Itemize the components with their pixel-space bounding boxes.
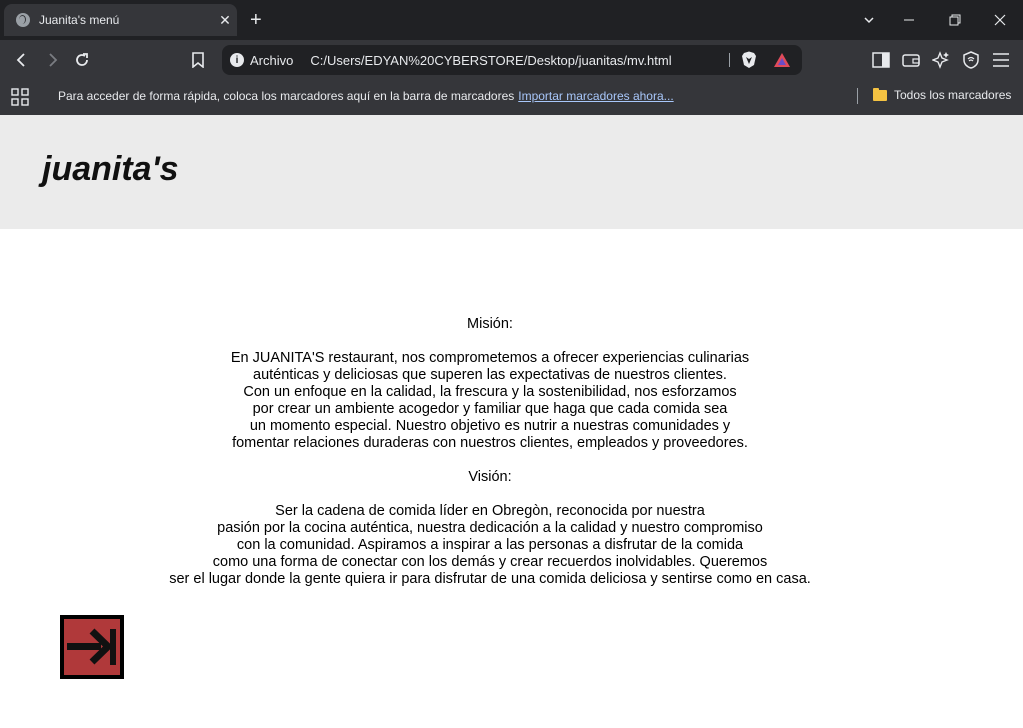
tab-active[interactable]: Juanita's menú ✕: [4, 4, 237, 36]
bookmarks-bar: Para acceder de forma rápida, coloca los…: [0, 80, 1023, 115]
new-tab-button[interactable]: +: [250, 10, 262, 30]
tab-title: Juanita's menú: [39, 13, 120, 27]
bookmarks-prompt: Para acceder de forma rápida, coloca los…: [58, 89, 674, 103]
sidebar-icon[interactable]: [869, 48, 893, 72]
vision-line: con la comunidad. Aspiramos a inspirar a…: [236, 537, 744, 553]
exit-button[interactable]: [60, 615, 124, 679]
bookmarks-prompt-text: Para acceder de forma rápida, coloca los…: [58, 89, 515, 103]
bookmarks-divider: [857, 88, 858, 104]
close-window-button[interactable]: [977, 0, 1023, 40]
exit-button-face: [64, 619, 120, 675]
mission-line: Con un enfoque en la calidad, la frescur…: [243, 384, 737, 400]
back-icon[interactable]: [10, 48, 34, 72]
mission-line: fomentar relaciones duraderas con nuestr…: [232, 435, 748, 451]
bookmark-icon[interactable]: [186, 48, 210, 72]
mission-line: por crear un ambiente acogedor y familia…: [252, 401, 728, 417]
vision-line: Ser la cadena de comida líder en Obregòn…: [275, 503, 705, 519]
mission-vision-section: Misión: En JUANITA'S restaurant, nos com…: [0, 316, 980, 588]
address-divider: [729, 53, 730, 67]
browser-toolbar: i Archivo C:/Users/EDYAN%20CYBERSTORE/De…: [0, 40, 1023, 80]
brave-shield-icon[interactable]: [737, 48, 761, 72]
mission-line: En JUANITA'S restaurant, nos comprometem…: [230, 350, 750, 366]
menu-icon[interactable]: [989, 48, 1013, 72]
minimize-button[interactable]: [886, 0, 932, 40]
brave-rewards-icon[interactable]: [770, 48, 794, 72]
scheme-label: Archivo: [250, 52, 294, 68]
restore-button[interactable]: [932, 0, 978, 40]
tab-close-icon[interactable]: ✕: [213, 12, 237, 28]
wallet-icon[interactable]: [899, 48, 923, 72]
import-bookmarks-link[interactable]: Importar marcadores ahora...: [518, 89, 673, 103]
mission-line: un momento especial. Nuestro objetivo es…: [249, 418, 731, 434]
info-icon[interactable]: i: [230, 53, 244, 67]
vision-line: ser el lugar donde la gente quiera ir pa…: [169, 571, 811, 587]
globe-icon: [16, 13, 30, 27]
vision-line: como una forma de conectar con los demás…: [212, 554, 768, 570]
vision-line: pasión por la cocina auténtica, nuestra …: [217, 520, 763, 536]
tab-strip: Juanita's menú ✕ +: [0, 0, 1023, 40]
mission-line: auténticas y deliciosas que superen las …: [253, 367, 727, 383]
forward-icon[interactable]: [40, 48, 64, 72]
mission-heading: Misión:: [467, 316, 513, 332]
all-bookmarks-button[interactable]: Todos los marcadores: [873, 87, 1012, 102]
vision-heading: Visión:: [468, 469, 512, 485]
address-bar[interactable]: i Archivo C:/Users/EDYAN%20CYBERSTORE/De…: [222, 45, 802, 75]
arrow-right-icon: [67, 628, 116, 665]
reload-icon[interactable]: [70, 48, 94, 72]
site-logo: juanita's: [42, 150, 179, 188]
all-bookmarks-label: Todos los marcadores: [894, 88, 1012, 102]
folder-icon: [873, 87, 887, 101]
url-text[interactable]: C:/Users/EDYAN%20CYBERSTORE/Desktop/juan…: [310, 53, 671, 68]
leo-ai-icon[interactable]: [929, 48, 953, 72]
vpn-icon[interactable]: [959, 48, 983, 72]
apps-grid-icon[interactable]: [8, 85, 32, 109]
